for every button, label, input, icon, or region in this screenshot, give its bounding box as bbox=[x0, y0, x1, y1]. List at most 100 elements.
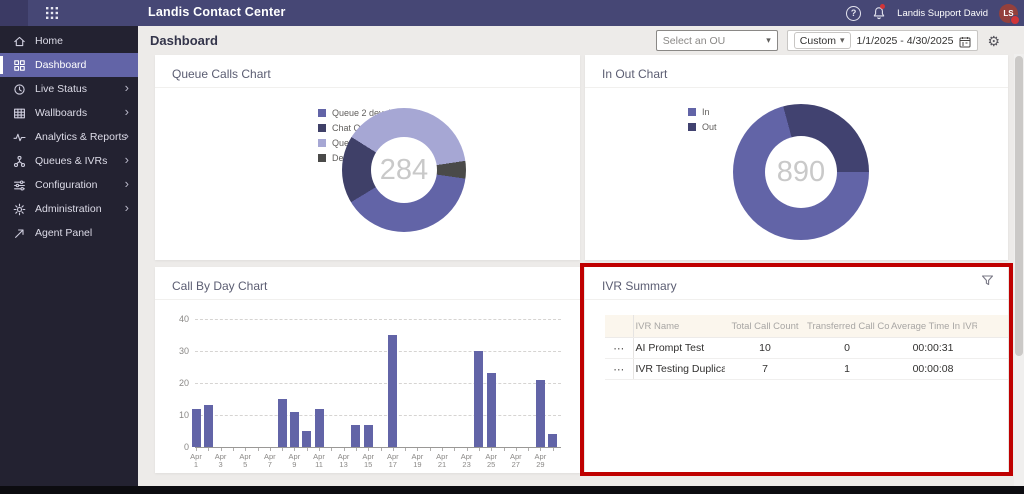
bar-apr-30[interactable] bbox=[548, 434, 557, 447]
x-tick bbox=[516, 448, 517, 451]
help-icon[interactable]: ? bbox=[846, 6, 861, 21]
call-by-day-plot: 010203040Apr1Apr3Apr5Apr7Apr9Apr11Apr13A… bbox=[155, 301, 580, 473]
sidebar-item-administration[interactable]: Administration› bbox=[0, 197, 138, 221]
panel-title: IVR Summary bbox=[602, 279, 677, 293]
x-tick-label: Apr13 bbox=[333, 453, 355, 469]
range-mode-select[interactable]: Custom ▾ bbox=[794, 32, 851, 49]
page-title: Dashboard bbox=[150, 33, 218, 48]
x-tick bbox=[417, 448, 418, 451]
x-tick bbox=[258, 448, 259, 451]
panel-title: Call By Day Chart bbox=[172, 279, 267, 293]
bar-apr-29[interactable] bbox=[536, 380, 545, 447]
ivr-table: IVR NameTotal Call CountTransferred Call… bbox=[605, 315, 1008, 380]
sidebar-item-wallboards[interactable]: Wallboards› bbox=[0, 101, 138, 125]
sidebar-item-configuration[interactable]: Configuration› bbox=[0, 173, 138, 197]
panel-header: IVR Summary bbox=[585, 267, 1008, 300]
x-tick-label: Apr3 bbox=[210, 453, 232, 469]
avatar[interactable]: LS bbox=[999, 4, 1018, 23]
cell-total-call-count: 10 bbox=[725, 338, 805, 359]
x-tick bbox=[430, 448, 431, 451]
x-tick bbox=[540, 448, 541, 451]
column-header-average-time-in-ivr: Average Time In IVR bbox=[889, 315, 977, 338]
bell-icon[interactable] bbox=[872, 6, 886, 21]
filter-funnel-icon[interactable] bbox=[981, 274, 994, 287]
x-tick-label: Apr5 bbox=[234, 453, 256, 469]
sidebar-item-home[interactable]: Home bbox=[0, 29, 138, 53]
row-more-icon[interactable]: ⋯ bbox=[605, 338, 633, 359]
in-out-donut[interactable]: 890 bbox=[733, 104, 869, 240]
bar-apr-15[interactable] bbox=[364, 425, 373, 447]
legend-item-out[interactable]: Out bbox=[688, 122, 717, 132]
date-range-control[interactable]: Custom ▾ 1/1/2025 - 4/30/2025 bbox=[787, 30, 979, 51]
row-more-icon[interactable]: ⋯ bbox=[605, 359, 633, 380]
sidebar-item-analytics-reports[interactable]: Analytics & Reports› bbox=[0, 125, 138, 149]
panel-header: In Out Chart bbox=[585, 55, 1008, 88]
x-tick bbox=[368, 448, 369, 451]
bar-apr-24[interactable] bbox=[474, 351, 483, 447]
bar-apr-17[interactable] bbox=[388, 335, 397, 447]
bar-apr-2[interactable] bbox=[204, 405, 213, 447]
chevron-down-icon: ▾ bbox=[766, 35, 771, 46]
y-tick-label: 20 bbox=[163, 378, 189, 388]
sidebar-item-dashboard[interactable]: Dashboard bbox=[0, 53, 138, 77]
sidebar-item-label: Live Status bbox=[35, 83, 87, 95]
bar-apr-10[interactable] bbox=[302, 431, 311, 447]
call-by-day-panel: Call By Day Chart 010203040Apr1Apr3Apr5A… bbox=[155, 267, 580, 473]
selected-indicator bbox=[0, 128, 3, 146]
x-tick bbox=[196, 448, 197, 451]
bar-apr-8[interactable] bbox=[278, 399, 287, 447]
x-tick bbox=[479, 448, 480, 451]
cell-average-time-in-ivr: 00:00:31 bbox=[889, 338, 977, 359]
bar-apr-14[interactable] bbox=[351, 425, 360, 447]
bar-apr-9[interactable] bbox=[290, 412, 299, 447]
donut-total: 284 bbox=[380, 154, 428, 187]
configuration-icon bbox=[13, 179, 26, 192]
gridline bbox=[195, 415, 561, 416]
bar-apr-11[interactable] bbox=[315, 409, 324, 447]
x-tick-label: Apr1 bbox=[185, 453, 207, 469]
column-header-ivr-name: IVR Name bbox=[633, 315, 725, 338]
x-tick bbox=[270, 448, 271, 451]
vertical-scrollbar[interactable] bbox=[1014, 54, 1024, 486]
x-tick bbox=[553, 448, 554, 451]
legend-swatch bbox=[318, 109, 326, 117]
home-icon bbox=[13, 35, 26, 48]
x-tick bbox=[331, 448, 332, 451]
y-tick-label: 0 bbox=[163, 442, 189, 452]
header-right: ? Landis Support David LS bbox=[846, 0, 1018, 26]
panel-title: In Out Chart bbox=[602, 67, 667, 81]
settings-gear-icon[interactable]: ⚙ bbox=[987, 34, 1000, 48]
bar-apr-1[interactable] bbox=[192, 409, 201, 447]
sidebar-item-live-status[interactable]: Live Status› bbox=[0, 77, 138, 101]
in-out-panel: In Out Chart In Out 890 bbox=[585, 55, 1008, 260]
x-tick bbox=[208, 448, 209, 451]
sidebar-item-label: Administration bbox=[35, 203, 102, 215]
x-tick bbox=[528, 448, 529, 451]
x-tick bbox=[245, 448, 246, 451]
x-tick-label: Apr7 bbox=[259, 453, 281, 469]
x-tick-label: Apr23 bbox=[456, 453, 478, 469]
legend-item-in[interactable]: In bbox=[688, 107, 717, 117]
calendar-icon[interactable] bbox=[959, 35, 971, 47]
queue-calls-donut[interactable]: 284 bbox=[342, 108, 466, 232]
panel-header: Call By Day Chart bbox=[155, 267, 580, 300]
analytics-icon bbox=[13, 131, 26, 144]
user-name: Landis Support David bbox=[897, 8, 988, 19]
bar-apr-25[interactable] bbox=[487, 373, 496, 447]
table-row[interactable]: ⋯AI Prompt Test10000:00:31 bbox=[605, 338, 1008, 359]
legend-swatch bbox=[318, 139, 326, 147]
ou-select[interactable]: Select an OU ▾ bbox=[656, 30, 778, 51]
scrollbar-thumb[interactable] bbox=[1015, 56, 1023, 356]
ou-select-placeholder: Select an OU bbox=[663, 35, 766, 47]
chevron-right-icon: › bbox=[125, 153, 129, 167]
x-tick-label: Apr11 bbox=[308, 453, 330, 469]
ivr-summary-panel: IVR Summary IVR NameTotal Call CountTran… bbox=[585, 267, 1008, 473]
chevron-right-icon: › bbox=[125, 105, 129, 119]
legend-swatch bbox=[688, 123, 696, 131]
sidebar-item-agent-panel[interactable]: Agent Panel bbox=[0, 221, 138, 245]
sidebar-item-queues-ivrs[interactable]: Queues & IVRs› bbox=[0, 149, 138, 173]
sidebar-item-label: Analytics & Reports bbox=[35, 131, 127, 143]
column-header-transferred-call-count: Transferred Call Count bbox=[805, 315, 889, 338]
waffle-menu-icon[interactable] bbox=[45, 6, 59, 20]
table-row[interactable]: ⋯IVR Testing Duplicate7100:00:08 bbox=[605, 359, 1008, 380]
